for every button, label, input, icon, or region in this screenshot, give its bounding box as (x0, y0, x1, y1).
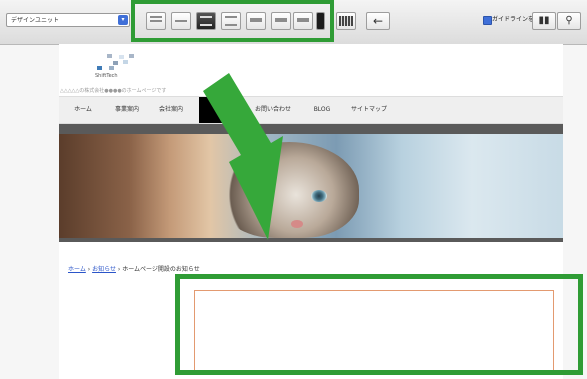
site-tagline: △△△△△の株式会社●●●●のホームページです (60, 88, 167, 94)
left-gutter (0, 44, 59, 379)
logo-name: ShiftTech (95, 73, 118, 79)
nav-item-home[interactable]: ホーム (67, 97, 99, 123)
copy-icon: ▮▮ (538, 15, 550, 26)
logo-dot (123, 60, 128, 64)
design-unit-select-label: デザインユニット (11, 17, 60, 24)
nav-item-contact[interactable]: お問い合わせ (247, 97, 299, 123)
breadcrumb-separator: › (117, 266, 121, 273)
logo-dot (113, 61, 118, 65)
logo-dot (129, 54, 134, 58)
kitten-eye (311, 190, 327, 202)
nav-item-blog[interactable]: BLOG (307, 97, 337, 123)
search-icon: ⚲ (565, 15, 573, 26)
logo-dot (119, 55, 124, 59)
guideline-checkbox[interactable] (483, 16, 492, 25)
breadcrumb-news-link[interactable]: お知らせ (92, 266, 116, 273)
hero-image (59, 134, 563, 238)
nav-item-active[interactable] (199, 97, 239, 123)
chevron-down-icon: ▾ (118, 15, 128, 25)
nav-item-sitemap[interactable]: サイトマップ (343, 97, 395, 123)
logo-dot (109, 66, 114, 70)
toolbar-highlight-box (131, 0, 334, 42)
breadcrumb: ホーム › お知らせ › ホームページ開設のお知らせ (68, 264, 200, 273)
kitten-face (219, 142, 359, 238)
nav-item-company[interactable]: 会社案内 (151, 97, 191, 123)
kitten-eye (253, 188, 269, 200)
content-highlight-box (175, 274, 583, 375)
copy-button[interactable]: ▮▮ (532, 12, 556, 30)
arrow-left-icon: ← (372, 14, 384, 28)
breadcrumb-separator: › (87, 266, 91, 273)
design-unit-select[interactable]: デザインユニット ▾ (6, 13, 130, 27)
spacer-button[interactable] (336, 12, 356, 30)
search-button[interactable]: ⚲ (557, 12, 581, 30)
kitten-nose (291, 220, 303, 228)
columns-icon (339, 16, 353, 26)
back-arrow-button[interactable]: ← (366, 12, 390, 30)
logo (95, 54, 145, 74)
logo-dot (97, 66, 102, 70)
site-nav: ホーム 事業案内 会社案内 お問い合わせ BLOG サイトマップ (59, 96, 563, 124)
breadcrumb-current: ホームページ開設のお知らせ (122, 266, 200, 273)
breadcrumb-home-link[interactable]: ホーム (68, 266, 86, 273)
logo-dot (107, 54, 112, 58)
nav-item-business[interactable]: 事業案内 (107, 97, 147, 123)
